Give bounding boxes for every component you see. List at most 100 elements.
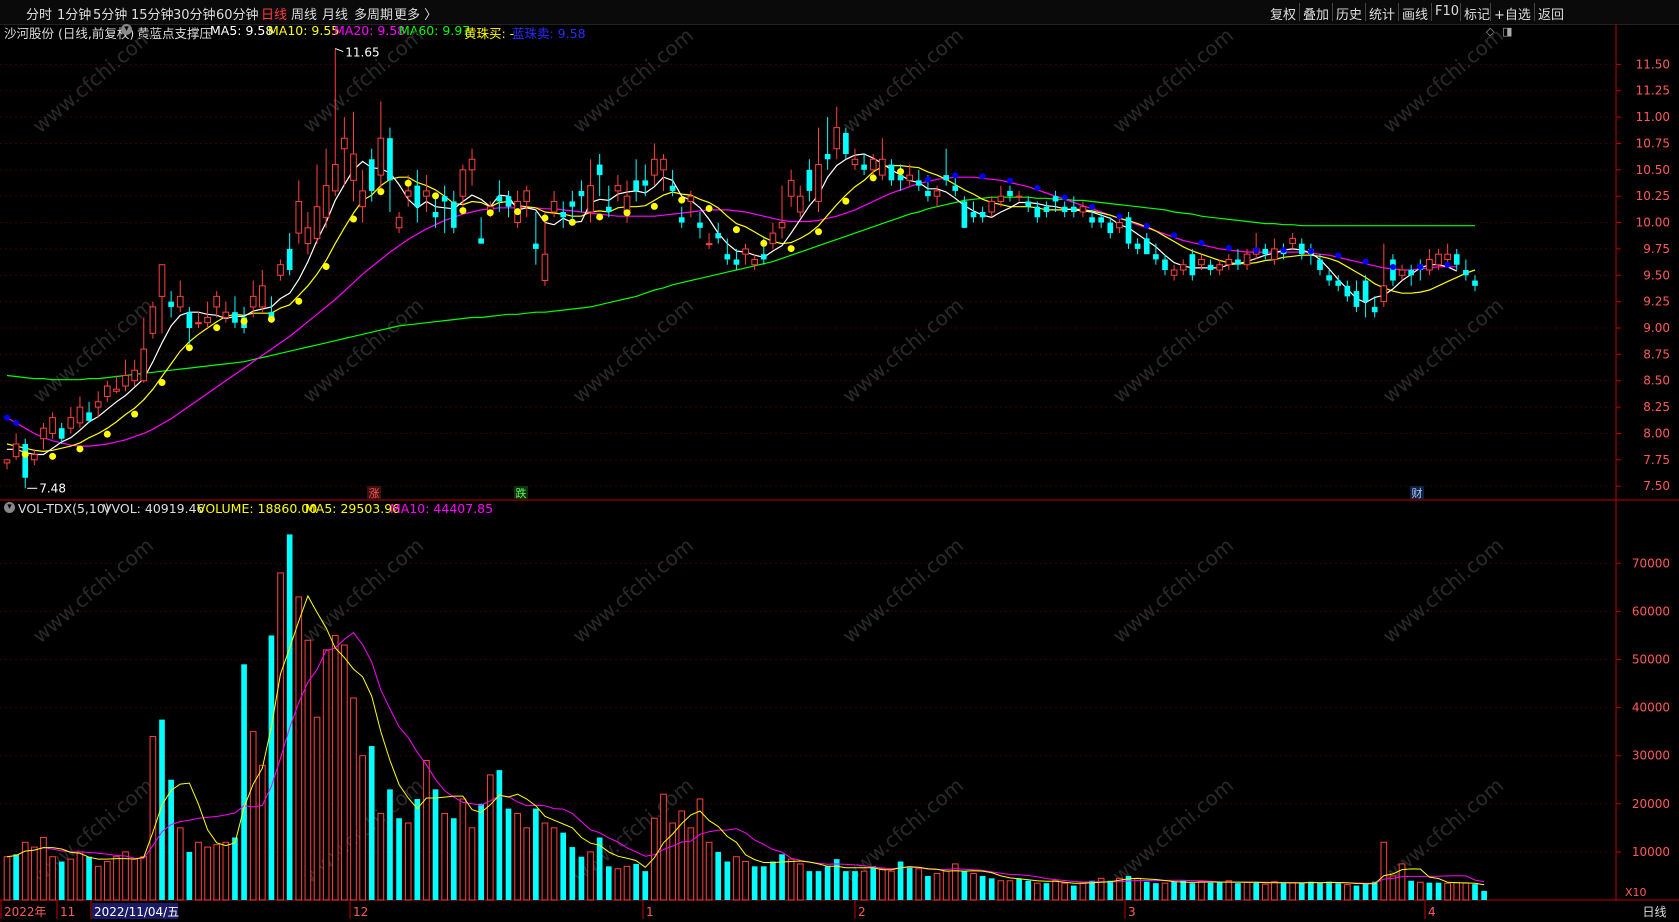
yellow-bead [131,410,139,418]
volume-bar-up [1161,882,1169,901]
volume-bar-up [742,861,749,901]
candle-body-up [313,206,321,239]
toolbar-action-2[interactable]: 历史 [1336,4,1362,23]
watermark-text: www.cfchi.com [28,773,158,888]
yellow-bead [240,317,248,325]
period-tab-0[interactable]: 分时 [26,4,52,23]
toolbar-action-8[interactable]: 返回 [1538,4,1564,23]
volume-bar-up [514,812,521,901]
candle-body-up [341,137,348,150]
volume-bar-up [486,774,494,901]
volume-bar-up [678,810,686,901]
toolbar-action-3[interactable]: 统计 [1369,4,1395,23]
watermark-text: www.cfchi.com [1378,773,1508,888]
candle-body-up [40,427,47,440]
volume-bar-down [724,861,731,900]
period-tab-2[interactable]: 5分钟 [93,4,127,23]
vol-toggle-icon[interactable]: ▾ [4,502,15,513]
volume-bar-up [295,596,303,901]
yellow-bead [869,174,877,182]
toolbar-action-5[interactable]: F10 [1435,4,1459,19]
volume-bar-down [13,854,19,900]
blue-bead [1362,258,1369,265]
candle-body-down [1453,254,1460,265]
volume-bar-down [186,851,193,900]
candle-body-down [961,201,968,228]
watermark-text: www.cfchi.com [568,533,698,648]
period-tab-10[interactable]: 更多 〉 [394,4,437,23]
vol-ma5-value: MA5: 29503.96 [305,501,401,516]
yellow-bead [267,315,275,323]
toolbar-action-6[interactable]: 标记 [1464,4,1490,23]
candle-body-down [168,301,174,307]
volume-indicator-bar: ▾ VOL-TDX(5,10) VVOL: 40919.46 VOLUME: 1… [0,500,1500,518]
candle-body-down [387,138,393,181]
volume-bar-up [204,846,211,901]
volume-bar-down [1426,882,1433,900]
candle-body-down [569,201,576,207]
candle-body-up [550,200,558,213]
period-tab-6[interactable]: 日线 [261,4,287,23]
volume-bar-up [1134,877,1141,901]
kline-chart[interactable]: 11.50 11.25 11.00 10.75 10.50 10.25 10.00 9.75 9… [0,24,1679,922]
blue-bead [1389,263,1396,270]
blue-bead [1253,247,1260,254]
yellow-bead [842,197,850,205]
volume-bar-down [569,847,576,900]
candle-body-down [1317,259,1323,270]
candle-body-down [943,175,949,181]
yellow-bead [760,239,768,247]
toolbar-action-7[interactable]: +自选 [1494,4,1531,23]
volume-bar-down [1235,883,1241,900]
volume-bar-up [313,716,321,901]
period-tab-1[interactable]: 1分钟 [57,4,91,23]
candle-body-up [103,385,111,398]
candle-body-up [204,316,211,324]
time-axis-label: 12 [353,905,368,919]
volume-bar-up [40,836,47,901]
volume-bar-down [1207,882,1214,900]
event-marker: 跌 [516,486,527,500]
price-tick-label: 10.25 [1636,189,1670,203]
volume-bar-down [824,866,831,900]
candle-body-down [1043,206,1050,212]
volume-bar-up [587,851,594,901]
yellow-bead [705,205,713,213]
volume-bar-up [350,697,357,901]
candle-body-down [1463,270,1469,276]
volume-bar-up [1271,881,1278,901]
price-tick-label: 9.25 [1643,295,1670,309]
period-tab-9[interactable]: 多周期 [354,4,393,23]
volume-bar-down [450,818,457,900]
candle-body-up [395,216,403,229]
volume-bar-up [915,868,923,901]
volume-bar-down [1025,880,1032,900]
yellow-bead [103,430,111,438]
volume-bar-down [286,534,293,900]
toolbar-action-1[interactable]: 叠加 [1303,4,1329,23]
volume-bar-up [258,764,266,901]
volume-bar-down [760,866,767,900]
candle-body-up [778,222,786,229]
candle-body-down [1408,270,1415,276]
candle-body-up [468,158,476,171]
period-tab-3[interactable]: 15分钟 [131,4,174,23]
toolbar-action-4[interactable]: 画线 [1402,4,1428,23]
toolbar-action-0[interactable]: 复权 [1270,4,1296,23]
period-tab-8[interactable]: 月线 [322,4,348,23]
period-tab-4[interactable]: 30分钟 [173,4,216,23]
candle-body-up [1225,258,1233,266]
price-tick-label: 10.00 [1636,216,1670,230]
time-axis-label: 2 [858,905,866,919]
volume-bar-down [852,871,858,900]
vol-indicator-name[interactable]: VOL-TDX(5,10) [18,501,110,516]
candle-body-up [988,200,996,213]
watermark-text: www.cfchi.com [298,533,428,648]
period-tab-7[interactable]: 周线 [291,4,317,23]
volume-bar-down [1253,882,1259,900]
volume-bar-up [942,870,950,901]
volume-bar-down [906,866,913,900]
period-tab-5[interactable]: 60分钟 [216,4,259,23]
blue-bead [1444,261,1451,268]
period-label[interactable]: 日线 [1630,903,1679,922]
